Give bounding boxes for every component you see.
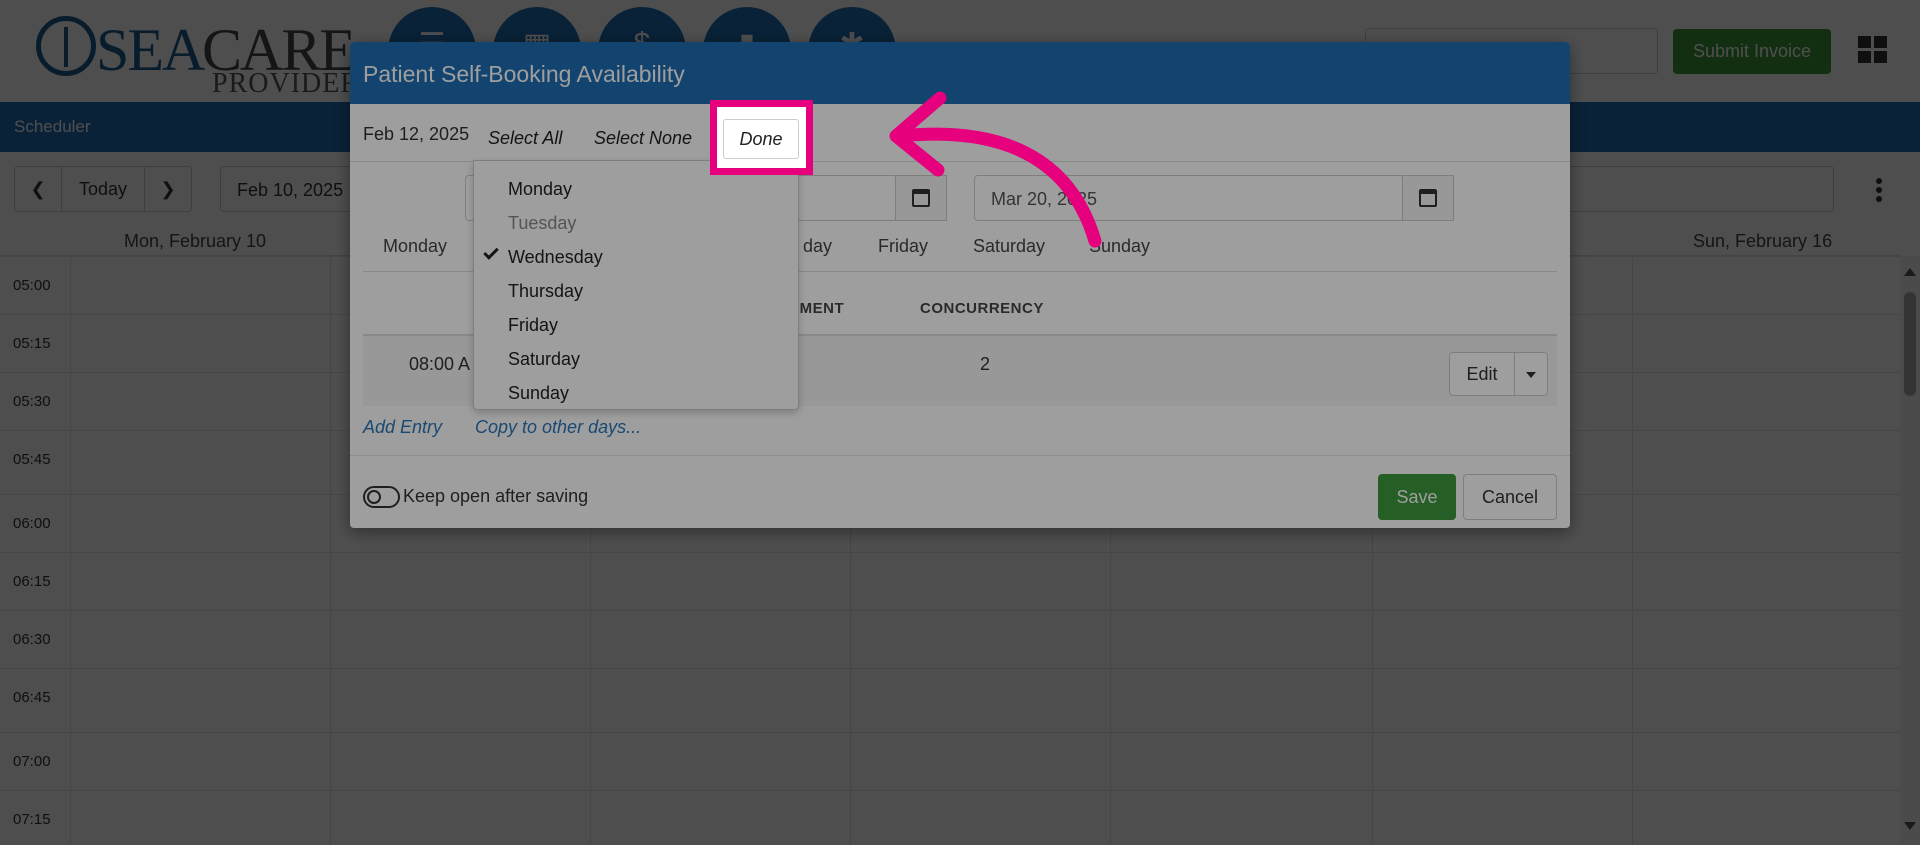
done-highlight-box: Done bbox=[710, 100, 813, 175]
done-button[interactable]: Done bbox=[723, 119, 799, 159]
tutorial-arrow-icon bbox=[889, 91, 1102, 248]
app: SEA CARE PROVIDER ☰ ▦ $ ▮ ✱ Submit Invoi… bbox=[0, 0, 1920, 845]
